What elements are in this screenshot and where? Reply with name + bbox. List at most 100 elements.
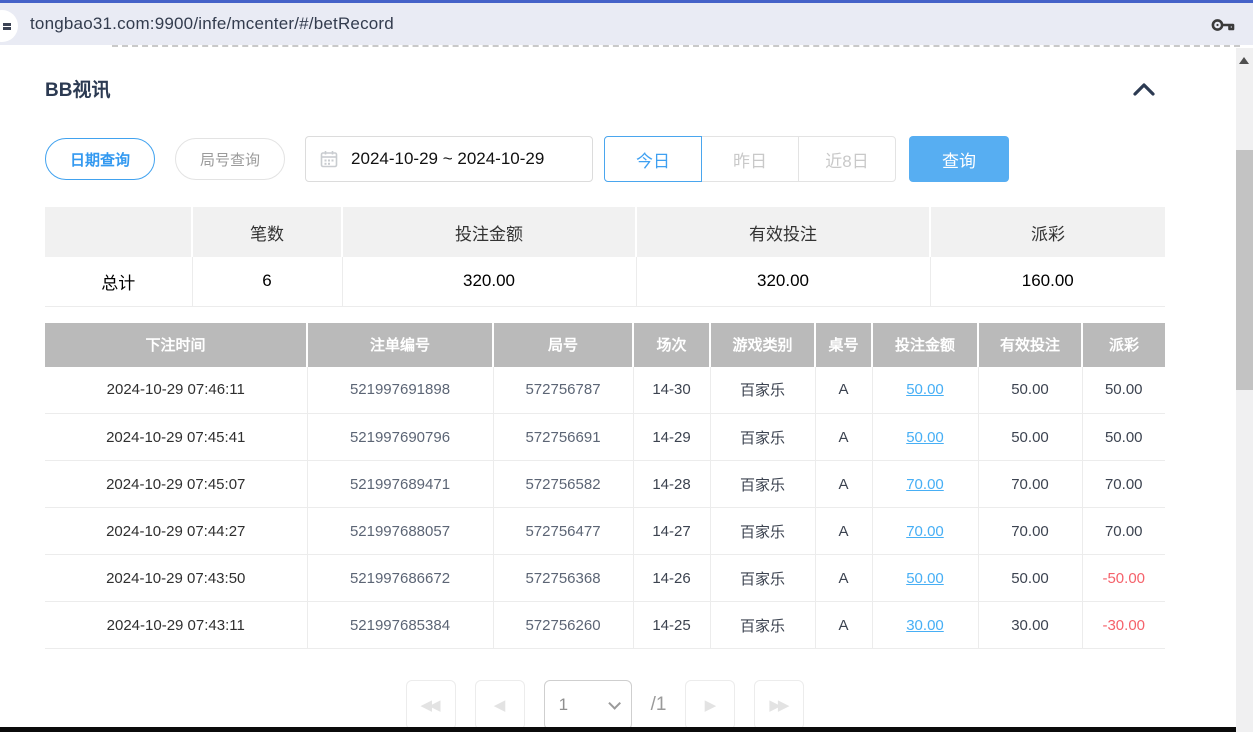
range-yesterday-button[interactable]: 昨日 [701,136,799,182]
prev-page-button[interactable]: ◀ [475,680,525,730]
summary-total-bet-amount: 320.00 [342,257,636,306]
cell-table-no: A [815,367,872,414]
cell-bet-no: 521997691898 [307,367,493,414]
cell-bet-time: 2024-10-29 07:43:50 [45,555,307,602]
section-title: BB视讯 [45,75,110,102]
round-query-tab[interactable]: 局号查询 [175,138,285,180]
cell-game-type: 百家乐 [710,461,815,508]
first-page-button[interactable]: ◀◀ [406,680,456,730]
window-bottom-edge [0,727,1236,732]
col-header-round-no: 局号 [493,323,633,367]
bet-amount-link[interactable]: 50.00 [906,381,944,398]
cell-valid-bet: 70.00 [978,508,1082,555]
cell-session: 14-28 [633,461,710,508]
key-icon[interactable] [1210,14,1236,41]
summary-header-payout: 派彩 [930,207,1165,257]
bet-amount-link[interactable]: 70.00 [906,523,944,540]
range-today-button[interactable]: 今日 [604,136,702,182]
bet-amount-link[interactable]: 30.00 [906,617,944,634]
bet-amount-link[interactable]: 70.00 [906,476,944,493]
scrollbar-up-arrow-icon[interactable] [1239,57,1249,64]
cell-bet-time: 2024-10-29 07:46:11 [45,367,307,414]
cell-table-no: A [815,414,872,461]
col-header-table-no: 桌号 [815,323,872,367]
cell-session: 14-30 [633,367,710,414]
summary-table: 笔数 投注金额 有效投注 派彩 总计 6 320.00 320.00 160.0… [45,207,1165,307]
table-row: 2024-10-29 07:46:11 521997691898 5727567… [45,367,1165,414]
col-header-game-type: 游戏类别 [710,323,815,367]
date-range-value: 2024-10-29 ~ 2024-10-29 [351,149,544,169]
summary-header-valid-bet: 有效投注 [636,207,930,257]
summary-total-row: 总计 6 320.00 320.00 160.00 [45,257,1165,306]
cell-round-no: 572756787 [493,367,633,414]
vertical-scrollbar[interactable] [1236,48,1253,732]
bet-amount-link[interactable]: 50.00 [906,570,944,587]
table-row: 2024-10-29 07:45:41 521997690796 5727566… [45,414,1165,461]
summary-header-blank [45,207,192,257]
table-row: 2024-10-29 07:43:11 521997685384 5727562… [45,602,1165,649]
col-header-bet-amount: 投注金额 [872,323,978,367]
cell-valid-bet: 30.00 [978,602,1082,649]
browser-bar: tongbao31.com:9900/infe/mcenter/#/betRec… [0,0,1253,45]
bet-amount-link[interactable]: 50.00 [906,429,944,446]
cell-game-type: 百家乐 [710,367,815,414]
cell-game-type: 百家乐 [710,602,815,649]
cell-bet-no: 521997690796 [307,414,493,461]
cell-round-no: 572756368 [493,555,633,602]
cell-payout: 70.00 [1082,461,1165,508]
cell-payout: -50.00 [1082,555,1165,602]
summary-total-label: 总计 [45,257,192,306]
cell-game-type: 百家乐 [710,555,815,602]
cell-table-no: A [815,461,872,508]
date-range-input[interactable]: 2024-10-29 ~ 2024-10-29 [305,136,593,182]
cell-game-type: 百家乐 [710,414,815,461]
quick-range-group: 今日 昨日 近8日 [604,136,896,182]
col-header-session: 场次 [633,323,710,367]
filter-toolbar: 日期查询 局号查询 2024-10-29 ~ 2024-10-29 今日 [45,136,1165,182]
cell-bet-time: 2024-10-29 07:44:27 [45,508,307,555]
cell-table-no: A [815,508,872,555]
last-page-button[interactable]: ▶▶ [754,680,804,730]
cell-round-no: 572756691 [493,414,633,461]
cell-bet-time: 2024-10-29 07:45:07 [45,461,307,508]
col-header-payout: 派彩 [1082,323,1165,367]
col-header-valid-bet: 有效投注 [978,323,1082,367]
cell-table-no: A [815,555,872,602]
cell-valid-bet: 50.00 [978,414,1082,461]
bet-record-panel: BB视讯 日期查询 局号查询 [45,75,1165,730]
search-button[interactable]: 查询 [909,136,1009,182]
cell-round-no: 572756260 [493,602,633,649]
summary-total-payout: 160.00 [930,257,1165,306]
range-last8days-button[interactable]: 近8日 [798,136,896,182]
date-query-tab[interactable]: 日期查询 [45,138,155,180]
section-header: BB视讯 [45,75,1165,102]
cell-round-no: 572756582 [493,461,633,508]
cell-bet-time: 2024-10-29 07:45:41 [45,414,307,461]
table-header-row: 下注时间 注单编号 局号 场次 游戏类别 桌号 投注金额 有效投注 派彩 [45,323,1165,367]
cell-payout: 50.00 [1082,414,1165,461]
table-row: 2024-10-29 07:43:50 521997686672 5727563… [45,555,1165,602]
collapse-chevron-up-icon[interactable] [1131,80,1157,98]
cell-valid-bet: 50.00 [978,555,1082,602]
cell-payout: 70.00 [1082,508,1165,555]
cell-bet-time: 2024-10-29 07:43:11 [45,602,307,649]
total-pages-label: /1 [651,694,667,716]
cell-bet-no: 521997688057 [307,508,493,555]
summary-header-row: 笔数 投注金额 有效投注 派彩 [45,207,1165,257]
cell-session: 14-29 [633,414,710,461]
url-text[interactable]: tongbao31.com:9900/infe/mcenter/#/betRec… [30,14,394,34]
cell-bet-no: 521997689471 [307,461,493,508]
col-header-bet-time: 下注时间 [45,323,307,367]
cell-game-type: 百家乐 [710,508,815,555]
next-page-button[interactable]: ▶ [685,680,735,730]
page-select[interactable]: 1 [544,680,632,730]
col-header-bet-no: 注单编号 [307,323,493,367]
chevron-down-icon [608,697,621,710]
site-info-icon[interactable] [0,10,18,42]
cell-payout: -30.00 [1082,602,1165,649]
scrollbar-thumb[interactable] [1236,150,1253,390]
cell-valid-bet: 50.00 [978,367,1082,414]
cell-table-no: A [815,602,872,649]
pagination: ◀◀ ◀ 1 /1 ▶ ▶▶ [45,680,1165,730]
table-row: 2024-10-29 07:44:27 521997688057 5727564… [45,508,1165,555]
